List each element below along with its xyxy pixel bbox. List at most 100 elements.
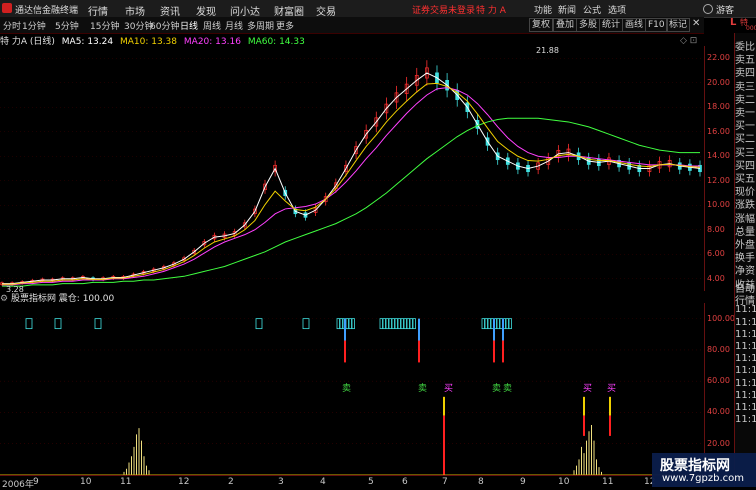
indicator-axis: 100.00 80.00 60.00 40.00 20.00	[704, 303, 735, 475]
mark-button[interactable]: 标记	[666, 18, 691, 32]
date-tick-label: 9	[33, 477, 39, 487]
signal-box	[394, 318, 398, 330]
price-tick-label: 14.00	[707, 151, 730, 161]
price-tick-label: 18.00	[707, 102, 730, 112]
watermark-url: www.7gpzb.com	[662, 473, 744, 484]
kline-chart[interactable]	[0, 46, 704, 291]
signal-box	[255, 318, 263, 330]
date-tick-label: 7	[442, 477, 448, 487]
signal-box	[351, 318, 355, 330]
tab-weekly[interactable]: 周线	[203, 19, 221, 32]
signal-box	[54, 318, 62, 330]
buy-label-1: 买	[444, 384, 454, 394]
tab-15min[interactable]: 15分钟	[90, 19, 119, 32]
login-status[interactable]: 证券交易未登录	[412, 3, 475, 16]
signal-box	[302, 318, 310, 330]
signal-box	[397, 318, 401, 330]
tab-monthly[interactable]: 月线	[225, 19, 243, 32]
indicator-chart[interactable]	[0, 303, 704, 475]
stats-button[interactable]: 统计	[599, 18, 624, 32]
tab-multi-period[interactable]: 多周期	[247, 19, 274, 32]
indicator-grid	[0, 318, 704, 445]
price-tick-label: 4.00	[707, 273, 725, 283]
series-line-ma20	[2, 87, 700, 286]
tab-timeshare[interactable]: 分时	[3, 19, 21, 32]
menu-formula[interactable]: 公式	[583, 3, 601, 16]
quote-side-panel: 委比 卖五 卖四 卖三 卖二 卖一 买一 买二 买三 买四 买五 现价 涨跌 涨幅 总量 外盘 换手 净资 收益 自动…	[734, 33, 756, 487]
menu-trade[interactable]: 交易	[316, 3, 336, 18]
side-label: 11:1	[735, 389, 756, 401]
signal-box	[403, 318, 407, 330]
menu-newsfeed[interactable]: 新闻	[558, 3, 576, 16]
side-label: 11:1	[735, 304, 756, 316]
signal-box	[388, 318, 392, 330]
sell-label-4: 卖	[503, 384, 513, 394]
date-tick-label: 11	[602, 477, 614, 487]
menu-news[interactable]: 资讯	[160, 3, 180, 18]
indicator-marks	[0, 318, 704, 475]
f10-button[interactable]: F10	[645, 18, 668, 32]
multi-stock-button[interactable]: 多股	[576, 18, 601, 32]
date-tick-label: 11	[120, 477, 132, 487]
signal-box	[508, 318, 512, 330]
series-line-ma10	[2, 82, 701, 285]
menu-function[interactable]: 功能	[534, 3, 552, 16]
menu-wealth[interactable]: 财富圈	[274, 3, 304, 18]
signal-box	[345, 318, 349, 330]
price-tick-label: 20.00	[707, 77, 730, 87]
draw-line-button[interactable]: 画线	[622, 18, 647, 32]
signal-box	[379, 318, 383, 330]
watermark-title: 股票指标网	[660, 458, 730, 474]
chart-expand-icon[interactable]: ◇ ⊡	[680, 36, 697, 46]
signal-box	[348, 318, 352, 330]
tab-60min[interactable]: 60分钟	[150, 19, 179, 32]
date-axis: 2006年 9 10 11 12 2 3 4 5 6 7 8 9 10 11 12	[0, 475, 704, 490]
indicator-tick-label: 60.00	[707, 376, 730, 386]
menu-guest[interactable]: 游客	[716, 3, 734, 16]
signal-box	[484, 318, 488, 330]
title-bar	[0, 0, 756, 18]
kline-grid	[0, 57, 704, 280]
indicator-tick-label: 20.00	[707, 438, 730, 448]
side-label: 11:1	[735, 377, 756, 389]
tab-daily[interactable]: 日线	[180, 19, 198, 32]
kline-series	[0, 60, 702, 287]
adjust-button[interactable]: 复权	[529, 18, 554, 32]
date-tick-label: 2006年	[2, 480, 34, 490]
side-code: 000	[746, 25, 756, 32]
signal-box	[481, 318, 485, 330]
side-label: 11:1	[735, 328, 756, 340]
tab-more[interactable]: 更多	[276, 19, 294, 32]
side-label: 11:1	[735, 414, 756, 426]
close-icon[interactable]: ✕	[692, 18, 700, 29]
signal-box	[382, 318, 386, 330]
signal-box	[412, 318, 416, 330]
side-label: 11:1	[735, 365, 756, 377]
price-tick-label: 16.00	[707, 126, 730, 136]
side-label: 11:1	[735, 341, 756, 352]
overlay-button[interactable]: 叠加	[553, 18, 578, 32]
menu-discover[interactable]: 发现	[196, 3, 216, 18]
date-tick-label: 5	[368, 477, 374, 487]
menu-options[interactable]: 选项	[608, 3, 626, 16]
signal-box	[94, 318, 102, 330]
tab-1min[interactable]: 1分钟	[22, 19, 46, 32]
menu-market[interactable]: 市场	[125, 3, 145, 18]
user-icon[interactable]	[703, 4, 713, 14]
date-tick-label: 6	[402, 477, 408, 487]
menu-quotes[interactable]: 行情	[88, 3, 108, 18]
sell-label-2: 卖	[418, 384, 428, 394]
menu-ask[interactable]: 问小达	[230, 3, 260, 18]
price-tick-label: 6.00	[707, 249, 725, 259]
price-tick-label: 8.00	[707, 224, 725, 234]
price-tick-label: 12.00	[707, 175, 730, 185]
buy-label-2: 买	[583, 384, 593, 394]
series-line-ma60	[2, 117, 700, 287]
signal-box	[487, 318, 491, 330]
tab-5min[interactable]: 5分钟	[55, 19, 79, 32]
side-label: 11:1	[735, 353, 756, 365]
app-logo-icon	[2, 3, 12, 13]
price-axis: 22.00 20.00 18.00 16.00 14.00 12.00 10.00 8.00 6…	[704, 46, 735, 291]
date-tick-label: 8	[478, 477, 484, 487]
price-tick-label: 10.00	[707, 200, 730, 210]
